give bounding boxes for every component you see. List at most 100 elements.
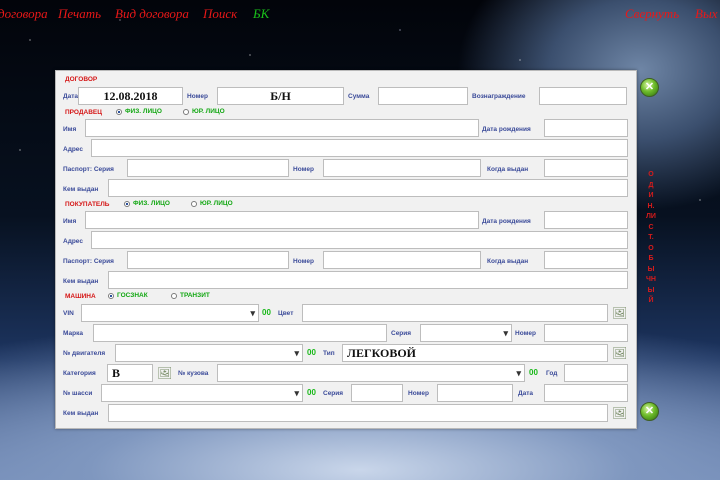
menu-bk[interactable]: БК (253, 6, 269, 22)
category-label: Категория (63, 370, 96, 377)
color-input[interactable] (302, 304, 608, 322)
vertical-caption: ОДИН.ЛИСТ.ОБЫЧНЫЙ (646, 171, 656, 304)
category-input[interactable]: B (107, 364, 153, 382)
vin-label: VIN (63, 310, 74, 317)
picture-icon[interactable]: 🖼 (612, 306, 627, 320)
seller-issued-when-label: Когда выдан (487, 166, 529, 173)
buyer-address-input[interactable] (91, 231, 628, 249)
radio-dot-off (171, 292, 177, 299)
menu-search[interactable]: Поиск (203, 6, 237, 22)
seller-address-input[interactable] (91, 139, 628, 157)
radio-dot-off (183, 108, 189, 115)
car-radio-gos-label: ГОСЗНАК (117, 292, 148, 299)
radio-dot-off (191, 200, 197, 207)
engine-select[interactable] (115, 344, 303, 362)
pts-series-input[interactable] (351, 384, 403, 402)
picture-icon[interactable]: 🖼 (612, 346, 627, 360)
pts-date-label: Дата (518, 390, 534, 397)
seller-address-label: Адрес (63, 146, 83, 153)
menu-view-contract[interactable]: Вид договора (115, 6, 189, 22)
buyer-radio-jur[interactable]: ЮР. ЛИЦО (191, 200, 233, 207)
top-menu: договора Печать Вид договора Поиск БК Св… (0, 6, 720, 22)
buyer-birth-input[interactable] (544, 211, 628, 229)
reward-label: Вознаграждение (472, 93, 526, 100)
seller-name-label: Имя (63, 126, 77, 133)
car-issued-by-label: Кем выдан (63, 410, 99, 417)
buyer-issued-when-input[interactable] (544, 251, 628, 269)
seller-passport-label: Паспорт: Серия (63, 166, 114, 173)
picture-icon[interactable]: 🖼 (612, 406, 627, 420)
number-input[interactable]: Б/Н (217, 87, 344, 105)
year-input[interactable] (564, 364, 628, 382)
section-buyer: ПОКУПАТЕЛЬ (65, 201, 110, 208)
number-label: Номер (187, 93, 208, 100)
radio-dot-on (116, 108, 122, 115)
series-label: Серия (391, 330, 412, 337)
section-seller: ПРОДАВЕЦ (65, 109, 102, 116)
body-select[interactable] (217, 364, 525, 382)
year-label: Год (546, 370, 558, 377)
car-radio-gos[interactable]: ГОСЗНАК (108, 292, 148, 299)
xbox-icon[interactable]: ✕ (640, 78, 659, 97)
type-label: Тип (323, 350, 335, 357)
buyer-radio-phys[interactable]: ФИЗ. ЛИЦО (124, 200, 170, 207)
color-label: Цвет (278, 310, 294, 317)
buyer-birth-label: Дата рождения (482, 218, 531, 225)
body-label: № кузова (178, 370, 209, 377)
car-issued-by-input[interactable] (108, 404, 608, 422)
radio-dot-on (124, 200, 130, 207)
brand-label: Марка (63, 330, 83, 337)
contract-form: ДОГОВОР Дата 12.08.2018 Номер Б/Н Сумма … (55, 70, 637, 429)
seller-radio-phys[interactable]: ФИЗ. ЛИЦО (116, 108, 162, 115)
radio-dot-on (108, 292, 114, 299)
sum-label: Сумма (348, 93, 370, 100)
engine-label: № двигателя (63, 350, 106, 357)
seller-birth-label: Дата рождения (482, 126, 531, 133)
seller-pnumber-input[interactable] (323, 159, 481, 177)
seller-issued-by-input[interactable] (108, 179, 628, 197)
date-label: Дата (63, 93, 79, 100)
sum-input[interactable] (378, 87, 468, 105)
chassis-select[interactable] (101, 384, 303, 402)
car-radio-tranzit[interactable]: ТРАНЗИТ (171, 292, 210, 299)
car-number-label: Номер (515, 330, 536, 337)
date-input[interactable]: 12.08.2018 (78, 87, 183, 105)
menu-exit[interactable]: Вых (695, 6, 718, 22)
seller-passport-series-input[interactable] (127, 159, 289, 177)
vin-select[interactable] (81, 304, 259, 322)
menu-dogovora[interactable]: договора (0, 6, 48, 22)
pts-number-input[interactable] (437, 384, 513, 402)
seller-birth-input[interactable] (544, 119, 628, 137)
seller-radio-jur[interactable]: ЮР. ЛИЦО (183, 108, 225, 115)
type-input[interactable]: ЛЕГКОВОЙ (342, 344, 608, 362)
pts-date-input[interactable] (544, 384, 628, 402)
buyer-passport-label: Паспорт: Серия (63, 258, 114, 265)
buyer-passport-series-input[interactable] (127, 251, 289, 269)
brand-input[interactable] (93, 324, 387, 342)
menu-print[interactable]: Печать (58, 6, 101, 22)
chassis-label: № шасси (63, 390, 93, 397)
reward-input[interactable] (539, 87, 627, 105)
section-contract: ДОГОВОР (65, 76, 98, 83)
chassis-oo-button[interactable]: 00 (307, 388, 316, 397)
seller-name-input[interactable] (85, 119, 479, 137)
buyer-issued-by-input[interactable] (108, 271, 628, 289)
buyer-pnumber-input[interactable] (323, 251, 481, 269)
car-radio-tranzit-label: ТРАНЗИТ (180, 292, 210, 299)
car-number-input[interactable] (544, 324, 628, 342)
body-oo-button[interactable]: 00 (529, 368, 538, 377)
engine-oo-button[interactable]: 00 (307, 348, 316, 357)
pts-number-label: Номер (408, 390, 429, 397)
seller-issued-by-label: Кем выдан (63, 186, 99, 193)
vin-oo-button[interactable]: 00 (262, 308, 271, 317)
buyer-radio-phys-label: ФИЗ. ЛИЦО (133, 200, 170, 207)
pts-series-label: Серия (323, 390, 344, 397)
series-select[interactable] (420, 324, 512, 342)
picture-icon[interactable]: 🖼 (157, 366, 172, 380)
buyer-name-input[interactable] (85, 211, 479, 229)
seller-radio-phys-label: ФИЗ. ЛИЦО (125, 108, 162, 115)
menu-collapse[interactable]: Свернуть (625, 6, 679, 22)
xbox-icon[interactable]: ✕ (640, 402, 659, 421)
seller-pnumber-label: Номер (293, 166, 314, 173)
seller-issued-when-input[interactable] (544, 159, 628, 177)
